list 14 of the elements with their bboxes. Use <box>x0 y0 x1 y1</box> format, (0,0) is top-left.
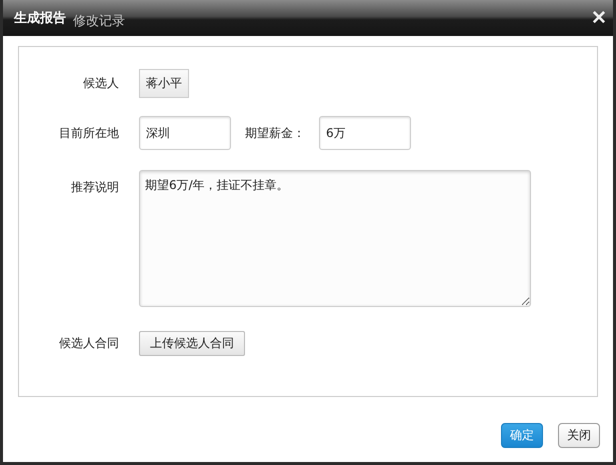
salary-field[interactable]: 6万 <box>319 116 411 150</box>
location-label: 目前所在地 <box>58 124 119 142</box>
recommendation-textarea[interactable]: 期望6万/年，挂证不挂章。 <box>139 170 531 307</box>
close-dialog-button[interactable]: 关闭 <box>558 423 600 448</box>
salary-label: 期望薪金： <box>245 124 305 142</box>
upload-contract-button[interactable]: 上传候选人合同 <box>139 331 245 356</box>
window-title: 生成报告 <box>14 10 66 27</box>
close-button[interactable]: ✕ <box>591 8 607 28</box>
contract-label: 候选人合同 <box>58 335 119 352</box>
recommendation-label: 推荐说明 <box>70 179 119 196</box>
background-tab-label: 修改记录 <box>73 13 125 30</box>
candidate-name: 蒋小平 <box>139 69 189 98</box>
candidate-label: 候选人 <box>82 75 119 92</box>
location-field[interactable]: 深圳 <box>139 116 231 150</box>
